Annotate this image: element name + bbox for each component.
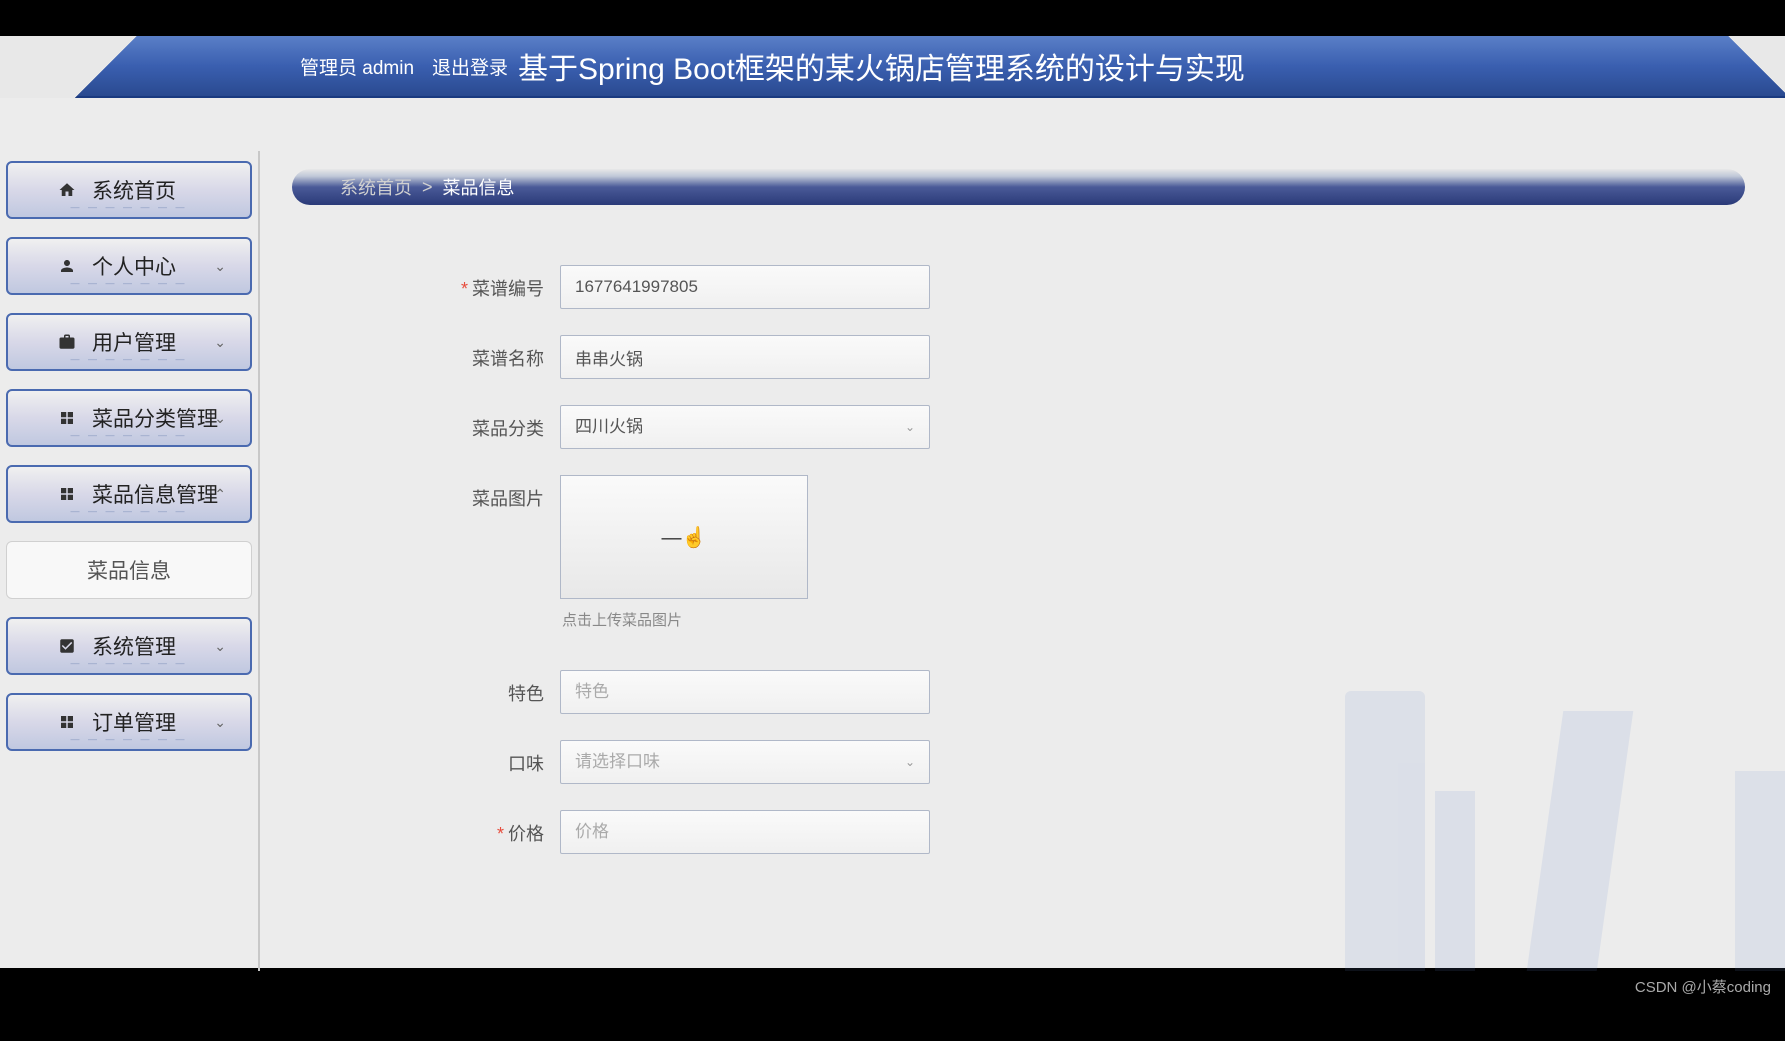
sidebar-item-system-mgmt[interactable]: 系统管理 ⌄ — — — — — — — bbox=[6, 617, 252, 675]
sidebar-item-profile[interactable]: 个人中心 ⌄ — — — — — — — bbox=[6, 237, 252, 295]
category-select[interactable]: 四川火锅 ⌄ bbox=[560, 405, 930, 449]
check-square-icon bbox=[56, 635, 78, 657]
person-icon bbox=[56, 255, 78, 277]
sidebar-item-label: 系统管理 bbox=[92, 631, 176, 661]
sidebar-item-category-mgmt[interactable]: 菜品分类管理 ⌄ — — — — — — — bbox=[6, 389, 252, 447]
admin-label: 管理员 admin bbox=[300, 53, 414, 80]
sidebar: 系统首页 — — — — — — — 个人中心 ⌄ — — — — — — — … bbox=[0, 151, 260, 971]
sidebar-item-label: 系统首页 bbox=[92, 175, 176, 205]
chevron-down-icon: ⌄ bbox=[214, 410, 226, 427]
main-content: 系统首页 > 菜品信息 *菜谱编号 菜谱名称 菜品分类 四川火锅 bbox=[280, 151, 1765, 971]
image-label: 菜品图片 bbox=[420, 475, 560, 511]
chevron-down-icon: ⌄ bbox=[214, 638, 226, 655]
sidebar-item-user-mgmt[interactable]: 用户管理 ⌄ — — — — — — — bbox=[6, 313, 252, 371]
sidebar-item-order-mgmt[interactable]: 订单管理 ⌄ — — — — — — — bbox=[6, 693, 252, 751]
price-input[interactable] bbox=[560, 810, 930, 854]
pointer-cursor-icon: —☝ bbox=[662, 525, 707, 550]
breadcrumb-current: 菜品信息 bbox=[443, 174, 515, 200]
sidebar-subitem-dish-info[interactable]: 菜品信息 bbox=[6, 541, 252, 599]
recipe-name-input[interactable] bbox=[560, 335, 930, 379]
watermark: CSDN @小蔡coding bbox=[1635, 976, 1771, 997]
sidebar-item-label: 个人中心 bbox=[92, 251, 176, 281]
sidebar-item-dish-info-mgmt[interactable]: 菜品信息管理 ⌃ — — — — — — — bbox=[6, 465, 252, 523]
briefcase-icon bbox=[56, 331, 78, 353]
sidebar-item-label: 订单管理 bbox=[92, 707, 176, 737]
chevron-up-icon: ⌃ bbox=[214, 486, 226, 503]
home-icon bbox=[56, 179, 78, 201]
price-label: *价格 bbox=[420, 810, 560, 846]
feature-label: 特色 bbox=[420, 670, 560, 706]
category-label: 菜品分类 bbox=[420, 405, 560, 441]
breadcrumb-root[interactable]: 系统首页 bbox=[340, 174, 412, 200]
sidebar-item-label: 菜品信息管理 bbox=[92, 479, 218, 509]
image-upload-box[interactable]: —☝ bbox=[560, 475, 808, 599]
feature-input[interactable] bbox=[560, 670, 930, 714]
chevron-down-icon: ⌄ bbox=[214, 258, 226, 275]
logout-link[interactable]: 退出登录 bbox=[432, 53, 508, 80]
recipe-name-label: 菜谱名称 bbox=[420, 335, 560, 371]
header-banner: 管理员 admin 退出登录 基于Spring Boot框架的某火锅店管理系统的… bbox=[0, 36, 1785, 98]
breadcrumb: 系统首页 > 菜品信息 bbox=[292, 169, 1745, 205]
recipe-code-input[interactable] bbox=[560, 265, 930, 309]
sidebar-item-label: 菜品分类管理 bbox=[92, 403, 218, 433]
taste-select[interactable]: 请选择口味 ⌄ bbox=[560, 740, 930, 784]
chevron-down-icon: ⌄ bbox=[214, 334, 226, 351]
chevron-down-icon: ⌄ bbox=[905, 755, 915, 769]
chevron-down-icon: ⌄ bbox=[905, 420, 915, 434]
grid-icon bbox=[56, 711, 78, 733]
grid-icon bbox=[56, 407, 78, 429]
form-area: *菜谱编号 菜谱名称 菜品分类 四川火锅 ⌄ 菜品图片 —☝ bbox=[420, 265, 1765, 854]
sidebar-item-home[interactable]: 系统首页 — — — — — — — bbox=[6, 161, 252, 219]
sidebar-item-label: 菜品信息 bbox=[87, 555, 171, 585]
sidebar-item-label: 用户管理 bbox=[92, 327, 176, 357]
recipe-code-label: *菜谱编号 bbox=[420, 265, 560, 301]
taste-label: 口味 bbox=[420, 740, 560, 776]
breadcrumb-separator: > bbox=[422, 177, 433, 198]
grid-icon bbox=[56, 483, 78, 505]
upload-hint: 点击上传菜品图片 bbox=[562, 609, 808, 630]
system-title: 基于Spring Boot框架的某火锅店管理系统的设计与实现 bbox=[518, 44, 1245, 88]
chevron-down-icon: ⌄ bbox=[214, 714, 226, 731]
